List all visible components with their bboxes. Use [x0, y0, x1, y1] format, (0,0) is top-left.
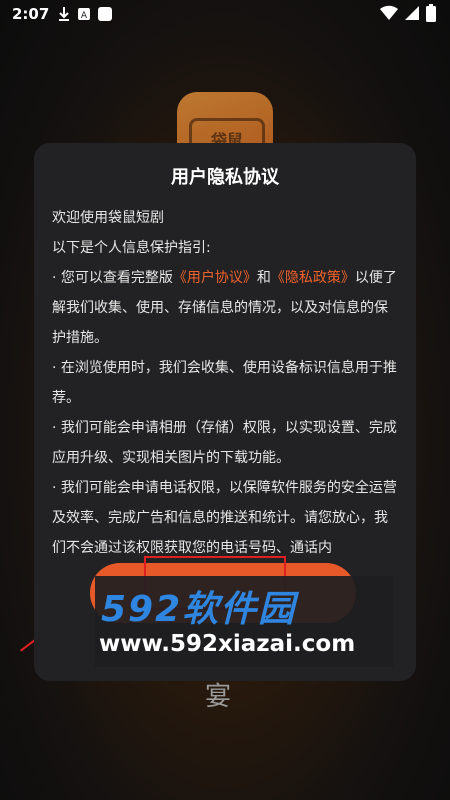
p1-text-a: · 您可以查看完整版: [52, 270, 173, 286]
dialog-body[interactable]: 欢迎使用袋鼠短剧 以下是个人信息保护指引: · 您可以查看完整版《用户协议》和《…: [52, 203, 400, 563]
status-right-icons: [380, 4, 436, 22]
a-box-icon: A: [78, 8, 91, 21]
watermark-title: 592软件园: [101, 589, 297, 630]
signal-icon: [405, 6, 419, 20]
intro-line-1: 欢迎使用袋鼠短剧: [52, 210, 164, 226]
status-time: 2:07: [12, 5, 50, 23]
paragraph-agreements: · 您可以查看完整版《用户协议》和《隐私政策》以便了解我们收集、使用、存储信息的…: [52, 263, 400, 353]
battery-icon: [426, 4, 436, 22]
paragraph-phone: · 我们可能会申请电话权限，以保障软件服务的安全运营及效率、完成广告和信息的推送…: [52, 480, 397, 556]
paragraph-storage: · 我们可能会申请相册（存储）权限，以实现设置、完成应用升级、实现相关图片的下载…: [52, 420, 397, 466]
download-icon: [59, 7, 70, 21]
watermark: 592软件园 www.592xiazai.com: [95, 576, 393, 667]
status-bar: 2:07 A: [0, 0, 450, 28]
notification-icons: A: [57, 6, 113, 22]
square-icon: [98, 7, 113, 21]
privacy-policy-link[interactable]: 《隐私政策》: [271, 270, 355, 286]
p1-and: 和: [256, 270, 271, 286]
intro-line-2: 以下是个人信息保护指引:: [52, 240, 211, 256]
wifi-icon: [380, 5, 398, 21]
svg-text:A: A: [81, 11, 88, 21]
paragraph-device-id: · 在浏览使用时，我们会收集、使用设备标识信息用于推荐。: [52, 360, 397, 406]
bottom-text: 宴: [205, 682, 232, 712]
dialog-title: 用户隐私协议: [171, 167, 279, 188]
user-agreement-link[interactable]: 《用户协议》: [173, 270, 257, 286]
watermark-url: www.592xiazai.com: [99, 631, 356, 657]
